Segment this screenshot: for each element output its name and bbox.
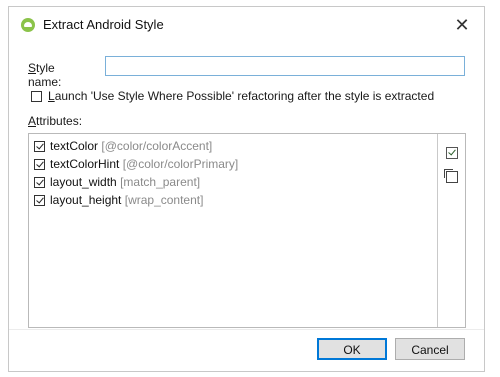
check-all-icon[interactable]	[446, 147, 458, 159]
close-icon[interactable]: ✕	[450, 13, 474, 37]
attribute-value: [@color/colorPrimary]	[122, 157, 239, 171]
attribute-checkbox[interactable]	[34, 141, 45, 152]
attribute-name: textColorHint	[50, 157, 120, 171]
attribute-row-layout-height[interactable]: layout_height [wrap_content]	[34, 191, 203, 209]
attributes-list-items: textColor [@color/colorAccent] textColor…	[29, 134, 438, 327]
style-name-label: Style name:	[28, 61, 62, 89]
attributes-list: textColor [@color/colorAccent] textColor…	[28, 133, 466, 328]
extract-style-dialog: Extract Android Style ✕ Style name: Laun…	[8, 6, 485, 372]
attribute-name: layout_width	[50, 175, 117, 189]
attribute-name: layout_height	[50, 193, 122, 207]
title-bar: Extract Android Style ✕	[9, 7, 484, 45]
android-studio-icon	[21, 18, 35, 32]
attribute-value: [@color/colorAccent]	[101, 139, 213, 153]
attribute-value: [wrap_content]	[124, 193, 204, 207]
attribute-checkbox[interactable]	[34, 195, 45, 206]
footer-divider	[9, 329, 484, 330]
attributes-label: Attributes:	[28, 114, 83, 128]
attribute-row-textcolor[interactable]: textColor [@color/colorAccent]	[34, 137, 212, 155]
attribute-checkbox[interactable]	[34, 177, 45, 188]
attribute-row-textcolorhint[interactable]: textColorHint [@color/colorPrimary]	[34, 155, 238, 173]
launch-refactoring-label: Launch 'Use Style Where Possible' refact…	[48, 89, 435, 103]
attribute-checkbox[interactable]	[34, 159, 45, 170]
launch-refactoring-checkbox[interactable]	[31, 91, 42, 102]
attribute-row-layout-width[interactable]: layout_width [match_parent]	[34, 173, 200, 191]
dialog-title: Extract Android Style	[43, 17, 164, 32]
attribute-name: textColor	[50, 139, 99, 153]
cancel-button[interactable]: Cancel	[395, 338, 465, 360]
style-name-input[interactable]	[105, 56, 465, 76]
uncheck-all-icon[interactable]	[444, 169, 458, 183]
attribute-value: [match_parent]	[120, 175, 201, 189]
launch-refactoring-row[interactable]: Launch 'Use Style Where Possible' refact…	[31, 89, 434, 103]
ok-button[interactable]: OK	[317, 338, 387, 360]
